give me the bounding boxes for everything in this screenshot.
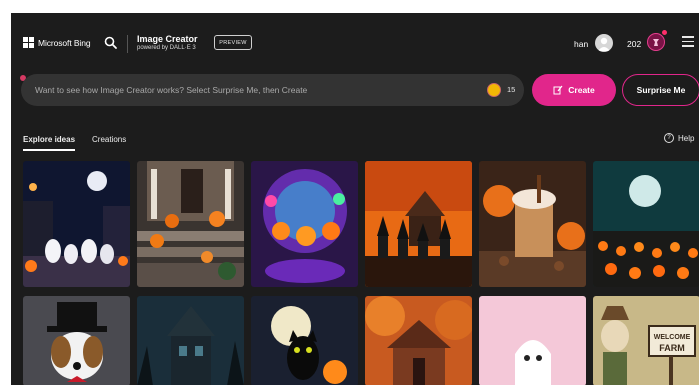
gallery-image-ghost-street[interactable]	[23, 161, 130, 287]
sign-farm-text: FARM	[659, 343, 685, 353]
gallery-image-jack-o-lantern-field[interactable]	[593, 161, 699, 287]
header: Microsoft Bing Image Creator powered by …	[11, 13, 699, 73]
header-divider	[127, 35, 128, 53]
help-icon: ?	[664, 133, 674, 143]
surprise-me-button[interactable]: Surprise Me	[622, 74, 699, 106]
app-title[interactable]: Image Creator powered by DALL·E 3	[137, 34, 198, 52]
sign-welcome-text: WELCOME	[654, 334, 691, 341]
preview-badge: PREVIEW	[214, 35, 252, 50]
rewards-count[interactable]: 202	[627, 39, 641, 49]
create-button[interactable]: Create	[532, 74, 616, 106]
help-label: Help	[678, 133, 695, 143]
app-subtitle: powered by DALL·E 3	[137, 45, 196, 51]
rewards-icon[interactable]	[647, 33, 665, 51]
avatar[interactable]	[595, 34, 613, 52]
prompt-bar: 15	[21, 74, 524, 106]
create-icon	[553, 85, 563, 95]
notification-dot	[662, 30, 667, 35]
gallery-image-pumpkin-porch[interactable]	[137, 161, 244, 287]
help-link[interactable]: ? Help	[664, 133, 694, 143]
tab-explore-ideas[interactable]: Explore ideas	[23, 135, 75, 144]
user-name[interactable]: han	[574, 39, 588, 49]
bing-logo[interactable]: Microsoft Bing	[23, 37, 91, 48]
gallery-image-autumn-cottage[interactable]	[365, 296, 472, 385]
tab-creations[interactable]: Creations	[92, 135, 126, 144]
active-tab-underline	[23, 149, 75, 151]
brand-name: Microsoft Bing	[38, 37, 91, 48]
gallery-image-haunted-house[interactable]	[137, 296, 244, 385]
prompt-input[interactable]	[35, 74, 475, 106]
app-title-text: Image Creator	[137, 34, 198, 44]
microsoft-logo-icon	[23, 37, 34, 48]
search-icon[interactable]	[103, 35, 119, 51]
boost-icon	[487, 83, 501, 97]
gallery-image-scarecrow-farm[interactable]: WELCOME FARM	[593, 296, 699, 385]
gallery-image-cauldron-party[interactable]	[251, 161, 358, 287]
create-label: Create	[568, 85, 595, 95]
gallery-image-pumpkin-latte[interactable]	[479, 161, 586, 287]
gallery-image-cute-ghost[interactable]	[479, 296, 586, 385]
boost-count: 15	[507, 85, 516, 94]
gallery-image-witches-village[interactable]	[365, 161, 472, 287]
menu-icon[interactable]	[682, 36, 694, 48]
gallery-image-dog-top-hat[interactable]	[23, 296, 130, 385]
image-creator-app: Microsoft Bing Image Creator powered by …	[11, 13, 699, 385]
gallery-image-black-cat-moon[interactable]	[251, 296, 358, 385]
